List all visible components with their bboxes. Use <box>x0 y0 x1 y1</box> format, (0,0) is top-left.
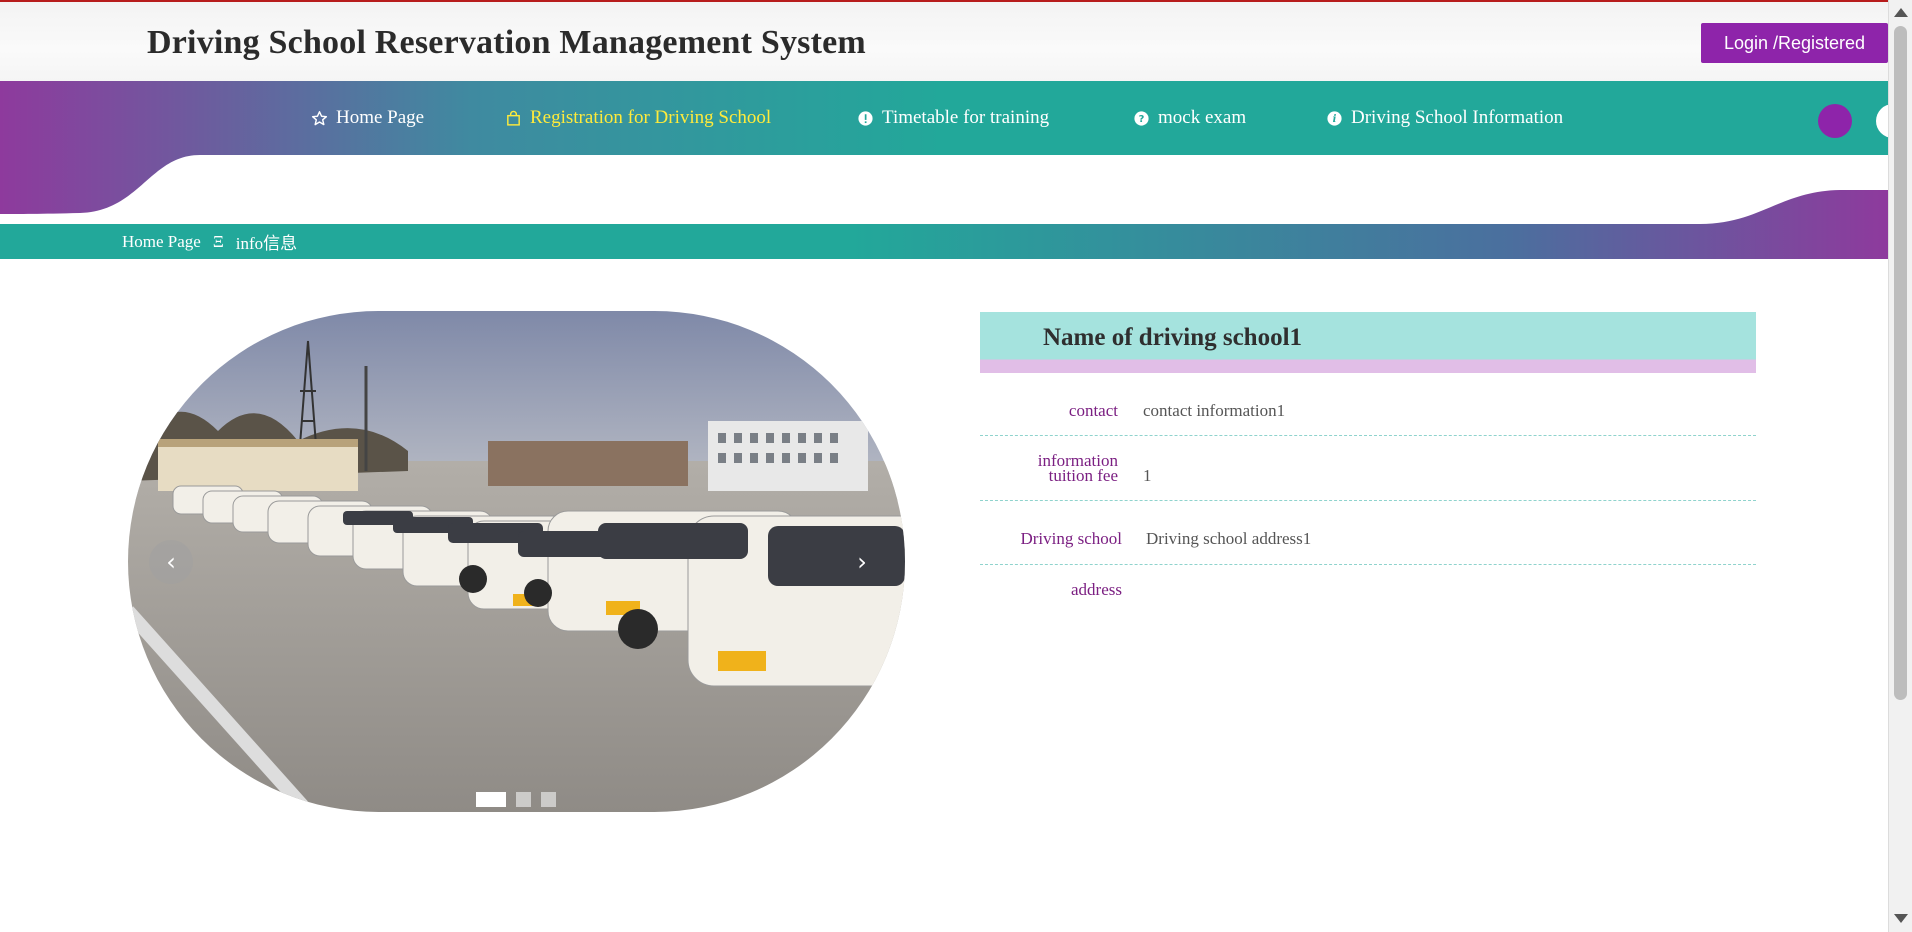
scroll-up-arrow-icon[interactable] <box>1894 8 1908 17</box>
breadcrumb: Home Page Ξ info信息 <box>122 229 297 254</box>
site-header: Driving School Reservation Management Sy… <box>0 0 1888 81</box>
address-value: Driving school address1 <box>1146 529 1312 548</box>
info-circle-icon: i <box>1326 110 1343 127</box>
nav-timetable-label: Timetable for training <box>882 107 1050 128</box>
carousel-dot-2[interactable] <box>516 792 531 807</box>
star-outline-icon <box>311 110 328 127</box>
carousel-dot-3[interactable] <box>541 792 556 807</box>
detail-row-fee: information tuition fee 1 <box>980 436 1756 501</box>
carousel-prev-button[interactable]: ‹ <box>149 540 193 584</box>
nav-timetable[interactable]: Timetable for training <box>857 107 1049 129</box>
nav-registration-label: Registration for Driving School <box>530 107 772 128</box>
contact-value: contact information1 <box>1143 401 1286 420</box>
fee-label-line2: tuition fee <box>1048 466 1118 485</box>
exclamation-circle-icon <box>857 110 874 127</box>
scrollbar-thumb[interactable] <box>1894 26 1907 700</box>
breadcrumb-home[interactable]: Home Page <box>122 232 201 252</box>
page-scrollbar[interactable] <box>1888 0 1912 932</box>
detail-row-address: Driving school Driving school address1 <box>980 501 1756 565</box>
svg-text:i: i <box>1333 114 1337 125</box>
nav-home[interactable]: Home Page <box>311 107 424 129</box>
school-name-heading: Name of driving school1 <box>1043 324 1303 351</box>
carousel-slide-image <box>128 311 905 812</box>
login-register-button[interactable]: Login /Registered <box>1701 23 1888 63</box>
shopping-bag-icon <box>505 110 522 127</box>
contact-label: contact <box>1068 401 1118 420</box>
carousel-next-button[interactable]: › <box>840 540 884 584</box>
detail-title-bar: Name of driving school1 <box>980 312 1756 373</box>
carousel-dot-1[interactable] <box>476 792 506 807</box>
question-circle-icon: ? <box>1133 110 1150 127</box>
detail-row-contact: contact contact information1 <box>980 373 1756 436</box>
address-label-line1: Driving school <box>1020 529 1122 548</box>
nav-school-info[interactable]: i Driving School Information <box>1326 107 1563 129</box>
nav-mock-exam-label: mock exam <box>1158 107 1247 128</box>
nav-home-label: Home Page <box>336 107 425 128</box>
nav-registration[interactable]: Registration for Driving School <box>505 107 771 129</box>
image-carousel <box>128 311 905 812</box>
nav-mock-exam[interactable]: ? mock exam <box>1133 107 1246 129</box>
fee-value: 1 <box>1143 466 1152 485</box>
nav-school-info-label: Driving School Information <box>1351 107 1564 128</box>
svg-text:?: ? <box>1139 114 1145 125</box>
breadcrumb-separator-icon: Ξ <box>212 231 224 251</box>
user-avatar-button[interactable] <box>1818 104 1852 138</box>
scroll-down-arrow-icon[interactable] <box>1894 914 1908 923</box>
carousel-indicators <box>476 792 556 807</box>
main-nav: Home Page Registration for Driving Schoo… <box>0 81 1888 155</box>
address-label-line2: address <box>1071 580 1122 599</box>
breadcrumb-current: info信息 <box>235 234 298 253</box>
site-title: Driving School Reservation Management Sy… <box>147 24 866 61</box>
